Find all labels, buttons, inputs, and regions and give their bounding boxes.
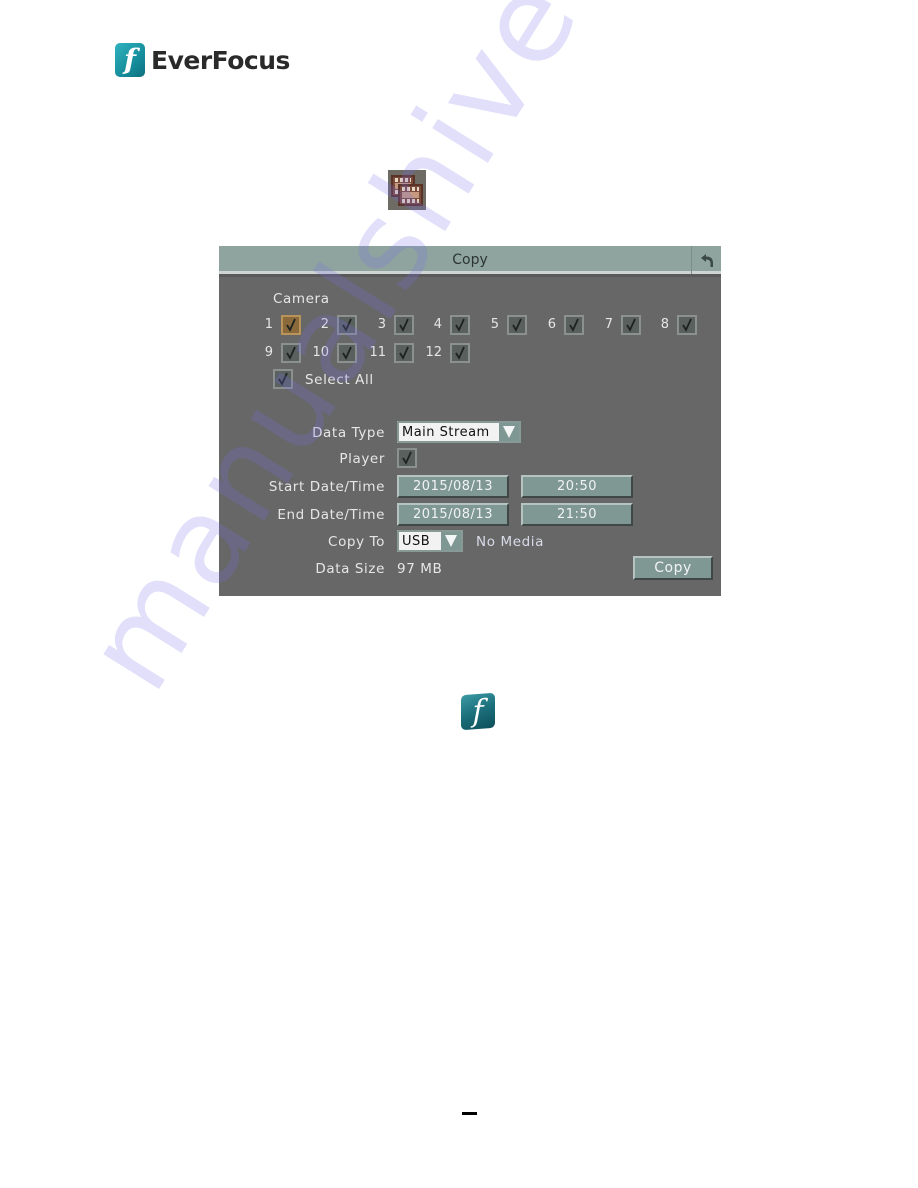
everfocus-mark-icon: f — [115, 43, 145, 77]
camera-number-label: 8 — [660, 317, 669, 332]
media-status: No Media — [476, 534, 544, 550]
camera-checkbox-10[interactable] — [337, 343, 357, 363]
camera-checkbox-9[interactable] — [281, 343, 301, 363]
camera-number-label: 10 — [312, 345, 329, 360]
camera-number-label: 5 — [490, 317, 499, 332]
camera-checkbox-3[interactable] — [394, 315, 414, 335]
copy-to-value: USB — [402, 534, 431, 549]
checkmark-icon — [626, 318, 636, 332]
checkmark-icon — [455, 318, 465, 332]
end-date-field[interactable]: 2015/08/13 — [397, 503, 509, 526]
checkmark-icon — [569, 318, 579, 332]
everfocus-logo: f EverFocus — [115, 42, 290, 78]
camera-number-label: 12 — [425, 345, 442, 360]
data-size-label: Data Size — [315, 561, 385, 577]
camera-number-label: 3 — [377, 317, 386, 332]
player-label: Player — [339, 451, 385, 467]
checkmark-icon — [286, 318, 296, 332]
back-button[interactable] — [691, 246, 721, 274]
camera-checkbox-1[interactable] — [281, 315, 301, 335]
checkmark-icon — [402, 451, 412, 465]
data-type-label: Data Type — [312, 425, 385, 441]
camera-number-label: 11 — [369, 345, 386, 360]
camera-checkbox-4[interactable] — [450, 315, 470, 335]
end-datetime-label: End Date/Time — [277, 507, 385, 523]
copy-dialog: Copy Camera 1 2 3 4 5 6 7 8 9 10 11 12 Select All D… — [219, 246, 721, 596]
checkmark-icon — [399, 346, 409, 360]
camera-section-label: Camera — [273, 291, 330, 307]
end-time-field[interactable]: 21:50 — [521, 503, 633, 526]
page-number-dash — [462, 1112, 477, 1115]
select-all-checkbox[interactable] — [273, 369, 293, 389]
brand-name: EverFocus — [151, 45, 290, 75]
camera-number-label: 2 — [320, 317, 329, 332]
everfocus-logo-icon: f — [461, 692, 495, 731]
start-date-field[interactable]: 2015/08/13 — [397, 475, 509, 498]
copy-to-select[interactable]: USB — [397, 530, 463, 552]
camera-checkbox-2[interactable] — [337, 315, 357, 335]
checkmark-icon — [399, 318, 409, 332]
checkmark-icon — [342, 318, 352, 332]
film-copy-icon — [388, 170, 426, 210]
camera-checkbox-6[interactable] — [564, 315, 584, 335]
data-type-select[interactable]: Main Stream — [397, 421, 521, 443]
dialog-titlebar: Copy — [219, 246, 721, 277]
camera-checkbox-11[interactable] — [394, 343, 414, 363]
camera-number-label: 4 — [433, 317, 442, 332]
camera-number-label: 9 — [264, 345, 273, 360]
checkmark-icon — [286, 346, 296, 360]
data-size-value: 97 MB — [397, 561, 443, 577]
dropdown-arrow-icon — [441, 532, 461, 550]
checkmark-icon — [278, 372, 288, 386]
camera-checkbox-12[interactable] — [450, 343, 470, 363]
copy-to-label: Copy To — [328, 534, 385, 550]
dialog-title: Copy — [452, 252, 488, 268]
camera-number-label: 7 — [604, 317, 613, 332]
checkmark-icon — [512, 318, 522, 332]
checkmark-icon — [342, 346, 352, 360]
start-time-field[interactable]: 20:50 — [521, 475, 633, 498]
checkmark-icon — [455, 346, 465, 360]
select-all-label: Select All — [305, 372, 374, 388]
camera-checkbox-5[interactable] — [507, 315, 527, 335]
start-datetime-label: Start Date/Time — [268, 479, 385, 495]
camera-checkbox-7[interactable] — [621, 315, 641, 335]
player-checkbox[interactable] — [397, 448, 417, 468]
camera-number-label: 1 — [264, 317, 273, 332]
camera-number-label: 6 — [547, 317, 556, 332]
back-arrow-icon — [700, 254, 713, 267]
copy-button[interactable]: Copy — [633, 556, 713, 580]
camera-checkbox-8[interactable] — [677, 315, 697, 335]
dropdown-arrow-icon — [499, 423, 519, 441]
checkmark-icon — [682, 318, 692, 332]
data-type-value: Main Stream — [402, 425, 490, 440]
